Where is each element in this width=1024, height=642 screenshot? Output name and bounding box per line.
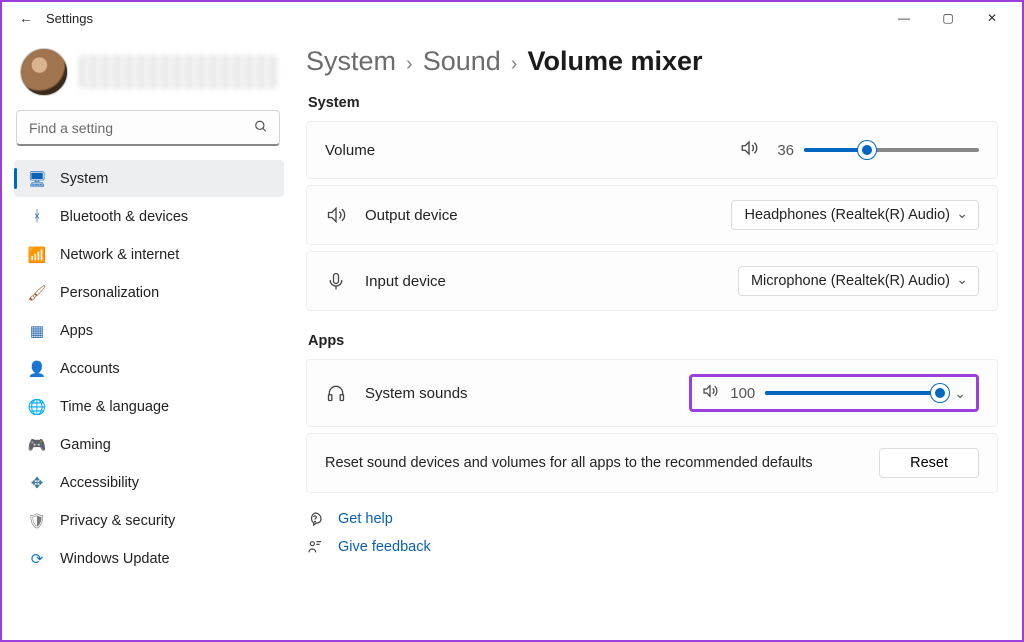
- nav-privacy[interactable]: 🛡 Privacy & security: [14, 502, 284, 539]
- main-content: System › Sound › Volume mixer System Vol…: [292, 34, 1022, 640]
- reset-text: Reset sound devices and volumes for all …: [325, 455, 813, 471]
- system-sounds-slider[interactable]: 100: [730, 385, 940, 402]
- give-feedback-link[interactable]: Give feedback: [338, 539, 431, 555]
- speaker-out-icon: [325, 205, 347, 225]
- volume-slider[interactable]: 36: [770, 142, 979, 159]
- back-button[interactable]: ←: [10, 10, 42, 26]
- nav-accessibility[interactable]: ✥ Accessibility: [14, 464, 284, 501]
- nav-update[interactable]: ⟳ Windows Update: [14, 540, 284, 577]
- speaker-icon[interactable]: [740, 139, 758, 161]
- page-title: Volume mixer: [527, 46, 702, 77]
- headphones-icon: [325, 383, 347, 403]
- highlighted-slider-box: 100 ⌄: [689, 374, 979, 412]
- nav-bluetooth[interactable]: ᚼ Bluetooth & devices: [14, 198, 284, 235]
- globe-clock-icon: 🌐: [28, 398, 46, 416]
- search-input[interactable]: [16, 110, 280, 146]
- chevron-right-icon: ›: [406, 53, 413, 76]
- volume-value: 36: [770, 142, 794, 159]
- bluetooth-icon: ᚼ: [28, 208, 46, 226]
- nav-label: Privacy & security: [60, 513, 175, 529]
- nav-label: Windows Update: [60, 551, 170, 567]
- volume-card: Volume 36: [306, 121, 998, 179]
- breadcrumb: System › Sound › Volume mixer: [306, 46, 998, 77]
- breadcrumb-sound[interactable]: Sound: [423, 46, 501, 77]
- apps-icon: ▦: [28, 322, 46, 340]
- input-device-card: Input device Microphone (Realtek(R) Audi…: [306, 251, 998, 311]
- output-device-card: Output device Headphones (Realtek(R) Aud…: [306, 185, 998, 245]
- nav-label: Gaming: [60, 437, 111, 453]
- nav-personalization[interactable]: 🖌 Personalization: [14, 274, 284, 311]
- nav-accounts[interactable]: 👤 Accounts: [14, 350, 284, 387]
- system-icon: 🖥: [28, 170, 46, 188]
- profile-header[interactable]: [12, 42, 286, 110]
- shield-icon: 🛡: [28, 512, 46, 530]
- input-device-select[interactable]: Microphone (Realtek(R) Audio): [738, 266, 979, 296]
- profile-name-redacted: [78, 55, 278, 89]
- window-controls: — ▢ ✕: [882, 4, 1014, 32]
- search-wrapper: [16, 110, 280, 146]
- get-help-link[interactable]: Get help: [338, 511, 393, 527]
- microphone-icon: [325, 271, 347, 291]
- nav-time[interactable]: 🌐 Time & language: [14, 388, 284, 425]
- nav-list: 🖥 System ᚼ Bluetooth & devices 📶 Network & …: [12, 160, 286, 577]
- nav-gaming[interactable]: 🎮 Gaming: [14, 426, 284, 463]
- nav-label: System: [60, 171, 108, 187]
- nav-label: Time & language: [60, 399, 169, 415]
- chevron-right-icon: ›: [511, 53, 518, 76]
- feedback-icon: [306, 539, 324, 555]
- nav-network[interactable]: 📶 Network & internet: [14, 236, 284, 273]
- refresh-icon: ⟳: [28, 550, 46, 568]
- chevron-down-icon[interactable]: ⌄: [952, 385, 968, 402]
- output-device-select[interactable]: Headphones (Realtek(R) Audio): [731, 200, 979, 230]
- nav-label: Personalization: [60, 285, 159, 301]
- nav-apps[interactable]: ▦ Apps: [14, 312, 284, 349]
- system-sounds-card[interactable]: System sounds 100 ⌄: [306, 359, 998, 427]
- person-icon: 👤: [28, 360, 46, 378]
- nav-label: Network & internet: [60, 247, 179, 263]
- nav-label: Apps: [60, 323, 93, 339]
- reset-card: Reset sound devices and volumes for all …: [306, 433, 998, 493]
- help-links: Get help Give feedback: [306, 511, 998, 555]
- section-apps-heading: Apps: [308, 333, 998, 349]
- close-button[interactable]: ✕: [970, 4, 1014, 32]
- sidebar: 🖥 System ᚼ Bluetooth & devices 📶 Network & …: [2, 34, 292, 640]
- system-sounds-label: System sounds: [365, 385, 468, 402]
- window-title: Settings: [46, 11, 93, 26]
- breadcrumb-system[interactable]: System: [306, 46, 396, 77]
- brush-icon: 🖌: [28, 284, 46, 302]
- speaker-icon[interactable]: [702, 383, 718, 403]
- nav-label: Accessibility: [60, 475, 139, 491]
- avatar: [20, 48, 68, 96]
- system-sounds-value: 100: [730, 385, 755, 402]
- titlebar: ← Settings — ▢ ✕: [2, 2, 1022, 34]
- section-system-heading: System: [308, 95, 998, 111]
- volume-label: Volume: [325, 142, 375, 159]
- reset-button[interactable]: Reset: [879, 448, 979, 478]
- gamepad-icon: 🎮: [28, 436, 46, 454]
- search-icon: [254, 120, 268, 137]
- wifi-icon: 📶: [28, 246, 46, 264]
- nav-label: Bluetooth & devices: [60, 209, 188, 225]
- minimize-button[interactable]: —: [882, 4, 926, 32]
- help-icon: [306, 511, 324, 527]
- input-label: Input device: [365, 273, 446, 290]
- nav-label: Accounts: [60, 361, 120, 377]
- output-label: Output device: [365, 207, 458, 224]
- nav-system[interactable]: 🖥 System: [14, 160, 284, 197]
- maximize-button[interactable]: ▢: [926, 4, 970, 32]
- accessibility-icon: ✥: [28, 474, 46, 492]
